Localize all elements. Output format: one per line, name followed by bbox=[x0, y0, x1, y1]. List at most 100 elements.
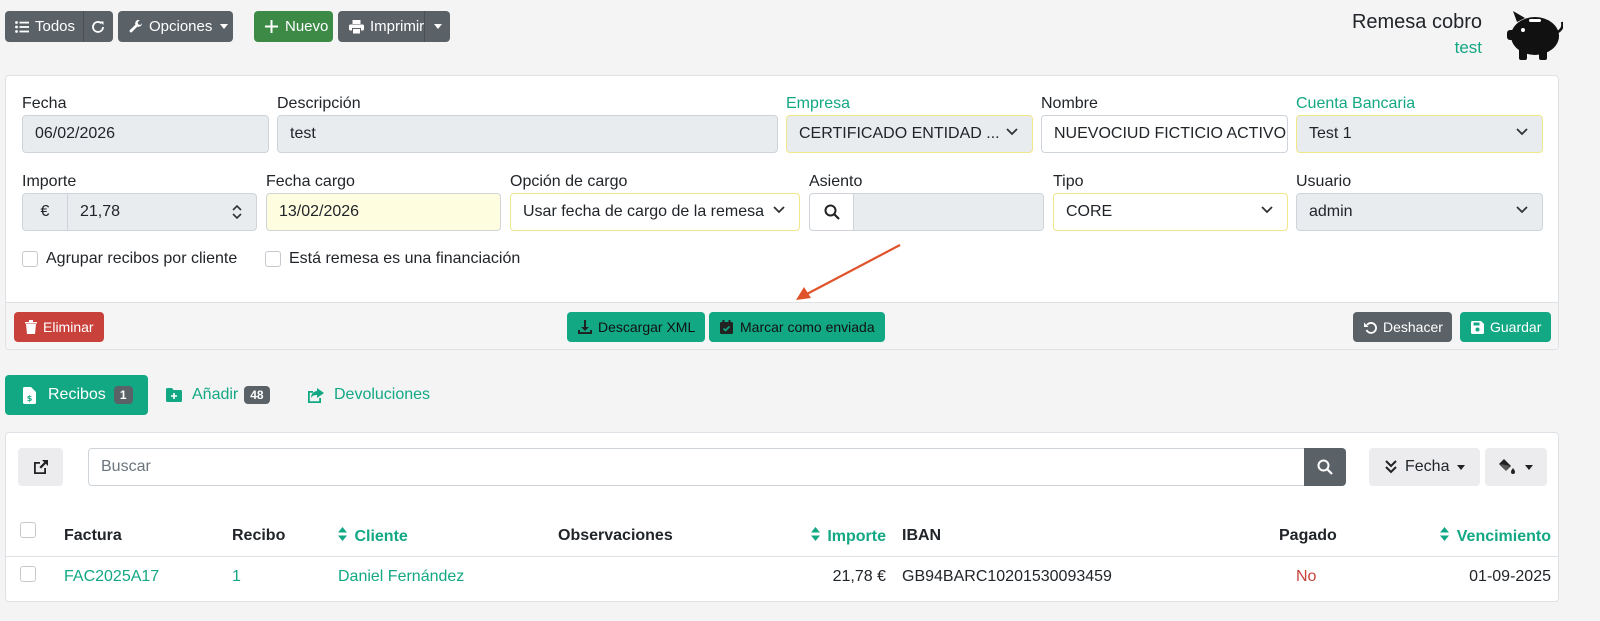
importe-currency: € bbox=[22, 193, 68, 231]
row-vencimiento: 01-09-2025 bbox=[1469, 568, 1551, 585]
tipo-label: Tipo bbox=[1053, 173, 1084, 190]
descripcion-label: Descripción bbox=[277, 95, 361, 112]
spinner-icon[interactable] bbox=[232, 204, 242, 220]
chevron-down-icon bbox=[1261, 206, 1273, 214]
sort-button[interactable]: Fecha bbox=[1369, 448, 1480, 486]
chevron-down-icon bbox=[773, 206, 785, 214]
financiacion-checkbox[interactable] bbox=[265, 251, 281, 267]
all-button[interactable]: Todos bbox=[5, 11, 113, 42]
row-iban: GB94BARC10201530093459 bbox=[902, 568, 1112, 585]
mark-sent-button[interactable]: Marcar como enviada bbox=[709, 312, 885, 342]
asiento-search-button[interactable] bbox=[809, 193, 854, 231]
caret-down-icon bbox=[1457, 464, 1466, 470]
column-header-importe[interactable]: Importe bbox=[810, 527, 886, 546]
open-external-button[interactable] bbox=[18, 448, 63, 486]
folder-plus-icon bbox=[166, 388, 182, 402]
row-checkbox[interactable] bbox=[20, 566, 36, 582]
double-chevron-down-icon bbox=[1385, 460, 1397, 474]
sort-icon bbox=[1440, 527, 1450, 541]
calendar-check-icon bbox=[720, 320, 733, 334]
cliente-header-label: Cliente bbox=[354, 528, 408, 545]
delete-button[interactable]: Eliminar bbox=[14, 312, 104, 342]
page-title: Remesa cobro bbox=[1351, 11, 1482, 33]
options-button-label: Opciones bbox=[149, 18, 213, 35]
usuario-value: admin bbox=[1309, 203, 1353, 220]
empresa-label: Empresa bbox=[786, 95, 851, 112]
row-recibo-link[interactable]: 1 bbox=[232, 568, 241, 586]
column-header-vencimiento[interactable]: Vencimiento bbox=[1440, 527, 1551, 546]
download-xml-button[interactable]: Descargar XML bbox=[567, 312, 705, 342]
mark-sent-label: Marcar como enviada bbox=[740, 319, 875, 335]
floppy-disk-icon bbox=[1471, 320, 1484, 334]
empresa-select[interactable]: CERTIFICADO ENTIDAD ... bbox=[786, 115, 1033, 153]
currency-symbol: € bbox=[40, 203, 50, 220]
fecha-label: Fecha bbox=[22, 95, 67, 112]
undo-icon bbox=[1364, 321, 1377, 334]
importe-label: Importe bbox=[22, 173, 77, 190]
piggy-bank-icon bbox=[1503, 6, 1563, 62]
column-header-observaciones: Observaciones bbox=[558, 527, 673, 544]
fecha-cargo-field[interactable]: 13/02/2026 bbox=[266, 193, 501, 231]
printer-icon bbox=[349, 19, 364, 34]
column-header-cliente[interactable]: Cliente bbox=[338, 527, 408, 546]
cuenta-select[interactable]: Test 1 bbox=[1296, 115, 1543, 153]
cuenta-value: Test 1 bbox=[1309, 125, 1352, 142]
select-all-checkbox[interactable] bbox=[20, 522, 36, 538]
new-button[interactable]: Nuevo bbox=[254, 11, 333, 42]
search-input[interactable]: Buscar bbox=[88, 448, 1305, 486]
row-cliente-link[interactable]: Daniel Fernández bbox=[338, 568, 464, 586]
trash-icon bbox=[25, 320, 37, 334]
search-button[interactable] bbox=[1304, 448, 1346, 486]
descripcion-field[interactable]: test bbox=[277, 115, 778, 153]
undo-button-label: Deshacer bbox=[1383, 319, 1443, 335]
financiacion-label: Está remesa es una financiación bbox=[289, 250, 521, 267]
agrupar-label: Agrupar recibos por cliente bbox=[46, 250, 238, 267]
opcion-cargo-select[interactable]: Usar fecha de cargo de la remesa bbox=[510, 193, 800, 231]
column-header-recibo: Recibo bbox=[232, 527, 286, 544]
importe-header-label: Importe bbox=[827, 528, 886, 545]
nombre-field[interactable]: NUEVOCIUD FICTICIO ACTIVO bbox=[1041, 115, 1288, 153]
tab-anadir-label: Añadir bbox=[192, 386, 239, 403]
tipo-select[interactable]: CORE bbox=[1053, 193, 1288, 231]
search-placeholder: Buscar bbox=[101, 458, 151, 475]
column-header-iban: IBAN bbox=[902, 527, 942, 544]
opcion-cargo-value: Usar fecha de cargo de la remesa bbox=[523, 203, 765, 220]
caret-down-icon[interactable] bbox=[434, 24, 442, 29]
download-icon bbox=[578, 320, 592, 334]
tab-recibos-label: Recibos bbox=[48, 386, 106, 403]
tipo-value: CORE bbox=[1066, 203, 1113, 220]
row-importe: 21,78 € bbox=[832, 568, 886, 585]
fecha-cargo-label: Fecha cargo bbox=[266, 173, 355, 190]
all-button-label: Todos bbox=[35, 18, 76, 35]
tab-devoluciones[interactable]: Devoluciones bbox=[307, 375, 430, 415]
color-filter-button[interactable] bbox=[1485, 448, 1547, 486]
importe-field[interactable]: 21,78 bbox=[67, 193, 257, 231]
external-link-icon bbox=[33, 459, 49, 475]
cuenta-label: Cuenta Bancaria bbox=[1296, 95, 1416, 112]
row-factura-link[interactable]: FAC2025A17 bbox=[64, 568, 159, 586]
opcion-cargo-label: Opción de cargo bbox=[510, 173, 628, 190]
asiento-field[interactable] bbox=[853, 193, 1044, 231]
print-button[interactable]: Imprimir bbox=[338, 11, 450, 42]
undo-button[interactable]: Deshacer bbox=[1353, 312, 1452, 342]
save-button[interactable]: Guardar bbox=[1460, 312, 1551, 342]
sort-icon bbox=[810, 527, 820, 541]
search-icon bbox=[824, 204, 840, 220]
tab-recibos[interactable]: $ Recibos 1 bbox=[5, 375, 148, 415]
vencimiento-header-label: Vencimiento bbox=[1456, 528, 1551, 545]
tab-anadir[interactable]: Añadir 48 bbox=[166, 375, 270, 415]
share-square-icon bbox=[307, 387, 324, 403]
refresh-icon[interactable] bbox=[91, 20, 105, 34]
page-subtitle: test bbox=[1454, 38, 1482, 57]
usuario-select[interactable]: admin bbox=[1296, 193, 1543, 231]
tab-anadir-count: 48 bbox=[244, 386, 270, 404]
file-invoice-dollar-icon: $ bbox=[23, 386, 36, 404]
list-icon bbox=[15, 20, 29, 33]
delete-button-label: Eliminar bbox=[43, 319, 94, 335]
tab-devoluciones-label: Devoluciones bbox=[334, 386, 431, 403]
options-button[interactable]: Opciones bbox=[118, 11, 233, 42]
agrupar-checkbox[interactable] bbox=[22, 251, 38, 267]
svg-text:$: $ bbox=[27, 394, 33, 403]
fecha-field[interactable]: 06/02/2026 bbox=[22, 115, 269, 153]
chevron-down-icon bbox=[1516, 206, 1528, 214]
